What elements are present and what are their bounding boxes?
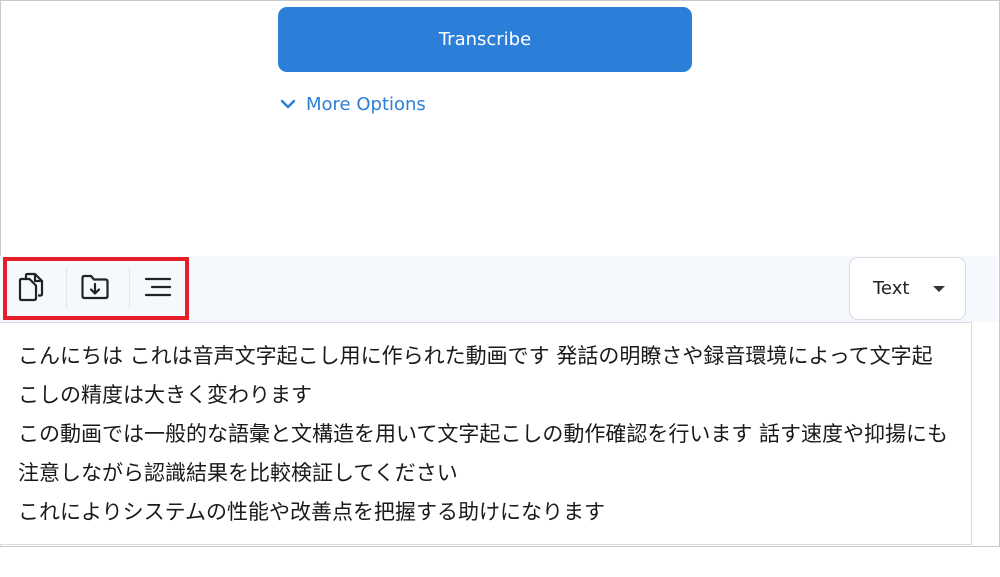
format-select[interactable]: Text (849, 257, 966, 320)
download-button[interactable] (67, 257, 123, 320)
download-folder-icon (80, 273, 110, 305)
more-options-label: More Options (306, 93, 426, 115)
menu-lines-icon (144, 276, 172, 302)
caret-down-icon (933, 286, 945, 292)
chevron-down-icon (280, 96, 296, 112)
transcribe-button-label: Transcribe (438, 29, 532, 50)
copy-icon (17, 272, 45, 306)
transcribe-button[interactable]: Transcribe (278, 7, 692, 72)
more-options-toggle[interactable]: More Options (280, 91, 426, 117)
transcript-output[interactable]: こんにちは これは音声文字起こし用に作られた動画です 発話の明瞭さや録音環境によ… (0, 322, 972, 545)
format-select-value: Text (873, 278, 910, 299)
format-lines-button[interactable] (130, 257, 186, 320)
copy-button[interactable] (3, 257, 59, 320)
